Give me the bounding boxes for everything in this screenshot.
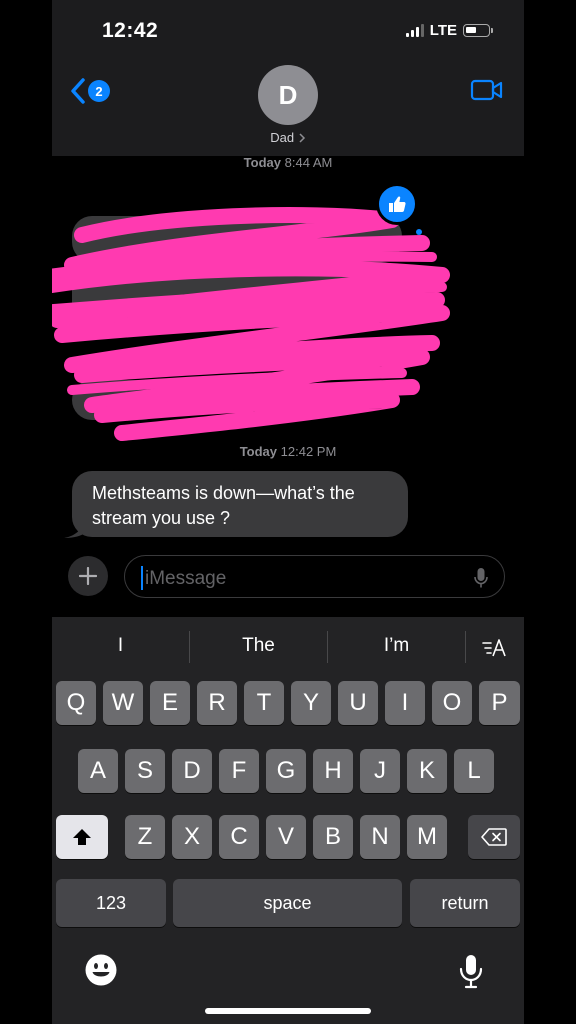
message-input-placeholder: iMessage (145, 568, 227, 589)
microphone-icon[interactable] (474, 567, 488, 589)
format-text-icon[interactable] (482, 637, 508, 659)
dictation-icon[interactable] (458, 953, 484, 989)
shift-key[interactable] (56, 815, 108, 859)
thumbs-up-icon (389, 196, 406, 212)
chevron-right-icon (299, 133, 305, 143)
contact-name[interactable]: Dad (52, 130, 524, 145)
key-a[interactable]: A (78, 749, 118, 793)
status-indicators: LTE (405, 22, 493, 39)
emoji-icon[interactable] (84, 953, 118, 987)
key-x[interactable]: X (172, 815, 212, 859)
contact-avatar[interactable]: D (258, 65, 318, 125)
key-v[interactable]: V (266, 815, 306, 859)
keyboard: I The I’m Q W E R T Y U I O P A S D F G … (52, 617, 524, 1024)
tapback-dot (416, 229, 422, 235)
delete-icon (481, 828, 507, 846)
conversation-header: 12:42 LTE 2 D Dad (52, 0, 524, 156)
text-caret (141, 566, 143, 590)
key-d[interactable]: D (172, 749, 212, 793)
key-o[interactable]: O (432, 681, 472, 725)
key-e[interactable]: E (150, 681, 190, 725)
key-g[interactable]: G (266, 749, 306, 793)
key-s[interactable]: S (125, 749, 165, 793)
signal-icon (405, 24, 424, 37)
key-z[interactable]: Z (125, 815, 165, 859)
key-y[interactable]: Y (291, 681, 331, 725)
suggestion-divider (465, 631, 466, 663)
home-indicator (205, 1008, 371, 1014)
back-button[interactable]: 2 (70, 78, 110, 104)
incoming-message-bubble[interactable]: Methsteams is down—what’s the stream you… (64, 471, 408, 538)
shift-icon (73, 829, 91, 845)
key-w[interactable]: W (103, 681, 143, 725)
status-time: 12:42 (102, 19, 159, 42)
numbers-key[interactable]: 123 (56, 879, 166, 927)
return-key[interactable]: return (410, 879, 520, 927)
apps-plus-button[interactable] (68, 556, 108, 596)
space-key[interactable]: space (173, 879, 402, 927)
message-text: Methsteams is down—what’s the stream you… (92, 483, 355, 528)
key-m[interactable]: M (407, 815, 447, 859)
plus-icon (79, 567, 97, 585)
unread-count-badge: 2 (88, 80, 110, 102)
key-p[interactable]: P (479, 681, 520, 725)
timestamp-time: 12:42 PM (280, 444, 337, 459)
messages-screen: 12:42 LTE 2 D Dad Today 8:44 AM Today 12… (52, 0, 524, 1024)
tapback-reaction[interactable] (376, 183, 418, 225)
suggestion-1[interactable]: I (52, 635, 189, 657)
key-j[interactable]: J (360, 749, 400, 793)
chevron-left-icon (71, 78, 85, 104)
key-r[interactable]: R (197, 681, 237, 725)
key-k[interactable]: K (407, 749, 447, 793)
key-c[interactable]: C (219, 815, 259, 859)
video-camera-icon[interactable] (470, 78, 504, 102)
suggestion-3[interactable]: I’m (328, 635, 465, 657)
key-l[interactable]: L (454, 749, 494, 793)
redaction-scribble (52, 207, 450, 441)
predictive-bar: I The I’m (52, 617, 524, 679)
message-input[interactable]: iMessage (124, 555, 505, 598)
network-label: LTE (429, 22, 457, 39)
timestamp-time: 8:44 AM (284, 155, 333, 170)
suggestion-2[interactable]: The (190, 635, 327, 657)
key-h[interactable]: H (313, 749, 353, 793)
bubble-tail (64, 518, 86, 538)
key-t[interactable]: T (244, 681, 284, 725)
delete-key[interactable] (468, 815, 520, 859)
timestamp-day: Today (243, 155, 281, 170)
timestamp-today-afternoon: Today 12:42 PM (52, 444, 524, 459)
key-u[interactable]: U (338, 681, 378, 725)
key-b[interactable]: B (313, 815, 353, 859)
timestamp-today-morning: Today 8:44 AM (52, 155, 524, 170)
key-q[interactable]: Q (56, 681, 96, 725)
key-n[interactable]: N (360, 815, 400, 859)
contact-name-label: Dad (270, 130, 295, 145)
key-i[interactable]: I (385, 681, 425, 725)
battery-icon (463, 24, 493, 37)
key-f[interactable]: F (219, 749, 259, 793)
timestamp-day: Today (239, 444, 278, 459)
